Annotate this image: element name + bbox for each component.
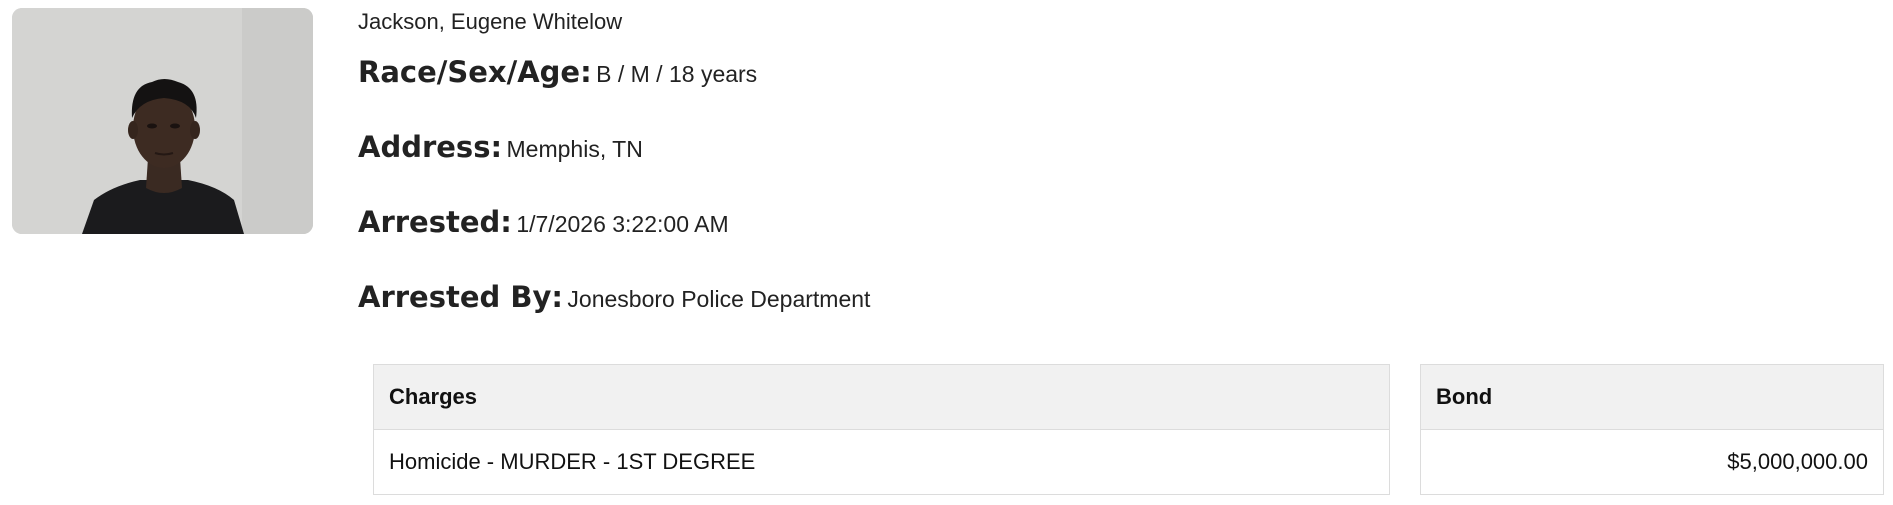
charge-cell: Homicide - MURDER - 1ST DEGREE — [373, 429, 1390, 495]
charges-header-row: Charges — [373, 364, 1390, 430]
inmate-name: Jackson, Eugene Whitelow — [358, 9, 623, 34]
race-sex-age-label: Race/Sex/Age: — [358, 55, 592, 89]
arrested-by-value: Jonesboro Police Department — [567, 286, 871, 312]
race-sex-age-field: Race/Sex/Age: B / M / 18 years — [358, 55, 757, 89]
race-sex-age-value: B / M / 18 years — [596, 61, 758, 87]
arrested-value: 1/7/2026 3:22:00 AM — [516, 211, 729, 237]
mugshot-photo — [12, 8, 313, 234]
address-field: Address: Memphis, TN — [358, 130, 643, 164]
bond-header: Bond — [1420, 364, 1884, 430]
address-label: Address: — [358, 130, 503, 164]
arrested-by-field: Arrested By: Jonesboro Police Department — [358, 280, 870, 314]
address-value: Memphis, TN — [506, 136, 643, 162]
arrested-label: Arrested: — [358, 205, 512, 239]
arrested-by-label: Arrested By: — [358, 280, 563, 314]
arrested-field: Arrested: 1/7/2026 3:22:00 AM — [358, 205, 729, 239]
bond-amount-cell: $5,000,000.00 — [1420, 429, 1884, 495]
table-row: $5,000,000.00 — [1420, 429, 1884, 495]
bond-header-row: Bond — [1420, 364, 1884, 430]
bond-table: Bond $5,000,000.00 — [1420, 364, 1884, 495]
table-row: Homicide - MURDER - 1ST DEGREE — [373, 429, 1390, 495]
charges-header: Charges — [373, 364, 1390, 430]
charges-table: Charges Homicide - MURDER - 1ST DEGREE — [373, 364, 1390, 495]
